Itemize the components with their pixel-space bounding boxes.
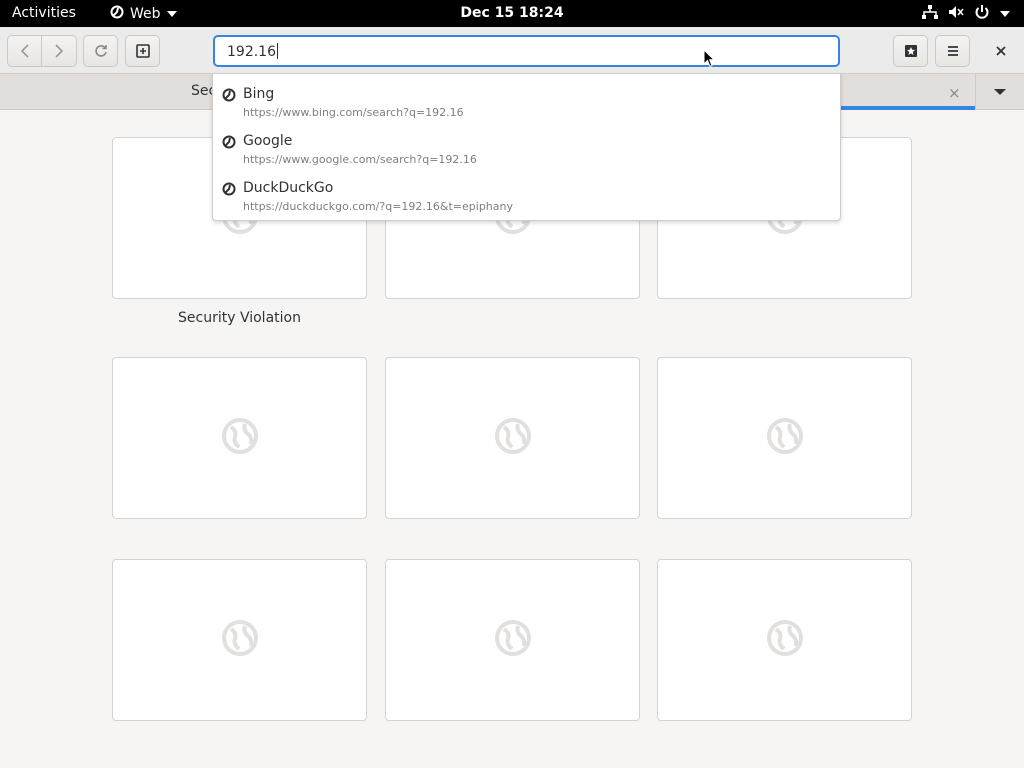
suggestion-title: Google	[243, 133, 293, 149]
reload-icon	[94, 44, 108, 58]
overview-tile[interactable]	[112, 357, 367, 519]
clock[interactable]: Dec 15 18:24	[460, 5, 563, 21]
overview-tile[interactable]	[385, 357, 640, 519]
mouse-cursor-icon	[703, 48, 716, 72]
epiphany-icon	[222, 181, 236, 200]
chevron-down-icon	[166, 11, 177, 17]
header-bar: 192.16	[0, 27, 1024, 74]
text-caret	[277, 43, 278, 59]
tab-close-button[interactable]: ×	[948, 84, 961, 102]
overview-tile[interactable]	[385, 559, 640, 721]
bookmarks-button[interactable]	[893, 35, 928, 67]
reload-button[interactable]	[83, 35, 118, 67]
suggestion-google[interactable]: Google https://www.google.com/search?q=1…	[213, 123, 840, 170]
globe-icon	[221, 619, 259, 661]
forward-icon	[54, 44, 64, 58]
overview-tile[interactable]	[112, 559, 367, 721]
suggestion-title: Bing	[243, 86, 275, 102]
suggestion-url: https://www.bing.com/search?q=192.16	[243, 106, 464, 119]
globe-icon	[221, 417, 259, 459]
chevron-down-icon	[994, 89, 1006, 95]
network-icon	[922, 5, 938, 23]
activities-button[interactable]: Activities	[12, 5, 76, 21]
system-menu[interactable]	[922, 4, 1010, 24]
epiphany-icon	[222, 87, 236, 106]
close-icon	[996, 41, 1006, 60]
menu-icon	[947, 45, 959, 57]
volume-muted-icon	[948, 5, 964, 23]
address-bar[interactable]: 192.16	[213, 35, 840, 67]
suggestion-url: https://duckduckgo.com/?q=192.16&t=epiph…	[243, 200, 514, 213]
new-tab-icon	[135, 44, 150, 58]
address-bar-text: 192.16	[227, 44, 276, 60]
active-tab-indicator	[838, 106, 975, 110]
suggestion-duckduckgo[interactable]: DuckDuckGo https://duckduckgo.com/?q=192…	[213, 170, 840, 217]
back-icon	[20, 44, 30, 58]
chevron-down-icon	[1000, 11, 1010, 17]
globe-icon	[766, 417, 804, 459]
overview-tile[interactable]	[657, 357, 912, 519]
overview-tile[interactable]	[657, 559, 912, 721]
new-tab-button[interactable]	[125, 35, 160, 67]
tab-list-button[interactable]	[976, 74, 1024, 110]
suggestion-url: https://www.google.com/search?q=192.16	[243, 153, 477, 166]
window-close-button[interactable]	[992, 41, 1010, 59]
globe-icon	[766, 619, 804, 661]
tile-label[interactable]: Security Violation	[112, 310, 367, 326]
globe-icon	[494, 619, 532, 661]
epiphany-icon	[110, 5, 124, 23]
epiphany-icon	[222, 134, 236, 153]
bookmarks-icon	[904, 44, 918, 58]
main-menu-button[interactable]	[935, 35, 970, 67]
app-menu-label: Web	[130, 6, 161, 22]
globe-icon	[494, 417, 532, 459]
app-menu[interactable]: Web	[110, 5, 177, 23]
url-suggestions-popover: Bing https://www.bing.com/search?q=192.1…	[212, 73, 841, 221]
back-button[interactable]	[7, 35, 42, 67]
power-icon	[974, 4, 990, 24]
gnome-top-bar: Activities Web Dec 15 18:24	[0, 0, 1024, 27]
suggestion-bing[interactable]: Bing https://www.bing.com/search?q=192.1…	[213, 76, 840, 123]
suggestion-title: DuckDuckGo	[243, 180, 334, 196]
forward-button[interactable]	[42, 35, 77, 67]
